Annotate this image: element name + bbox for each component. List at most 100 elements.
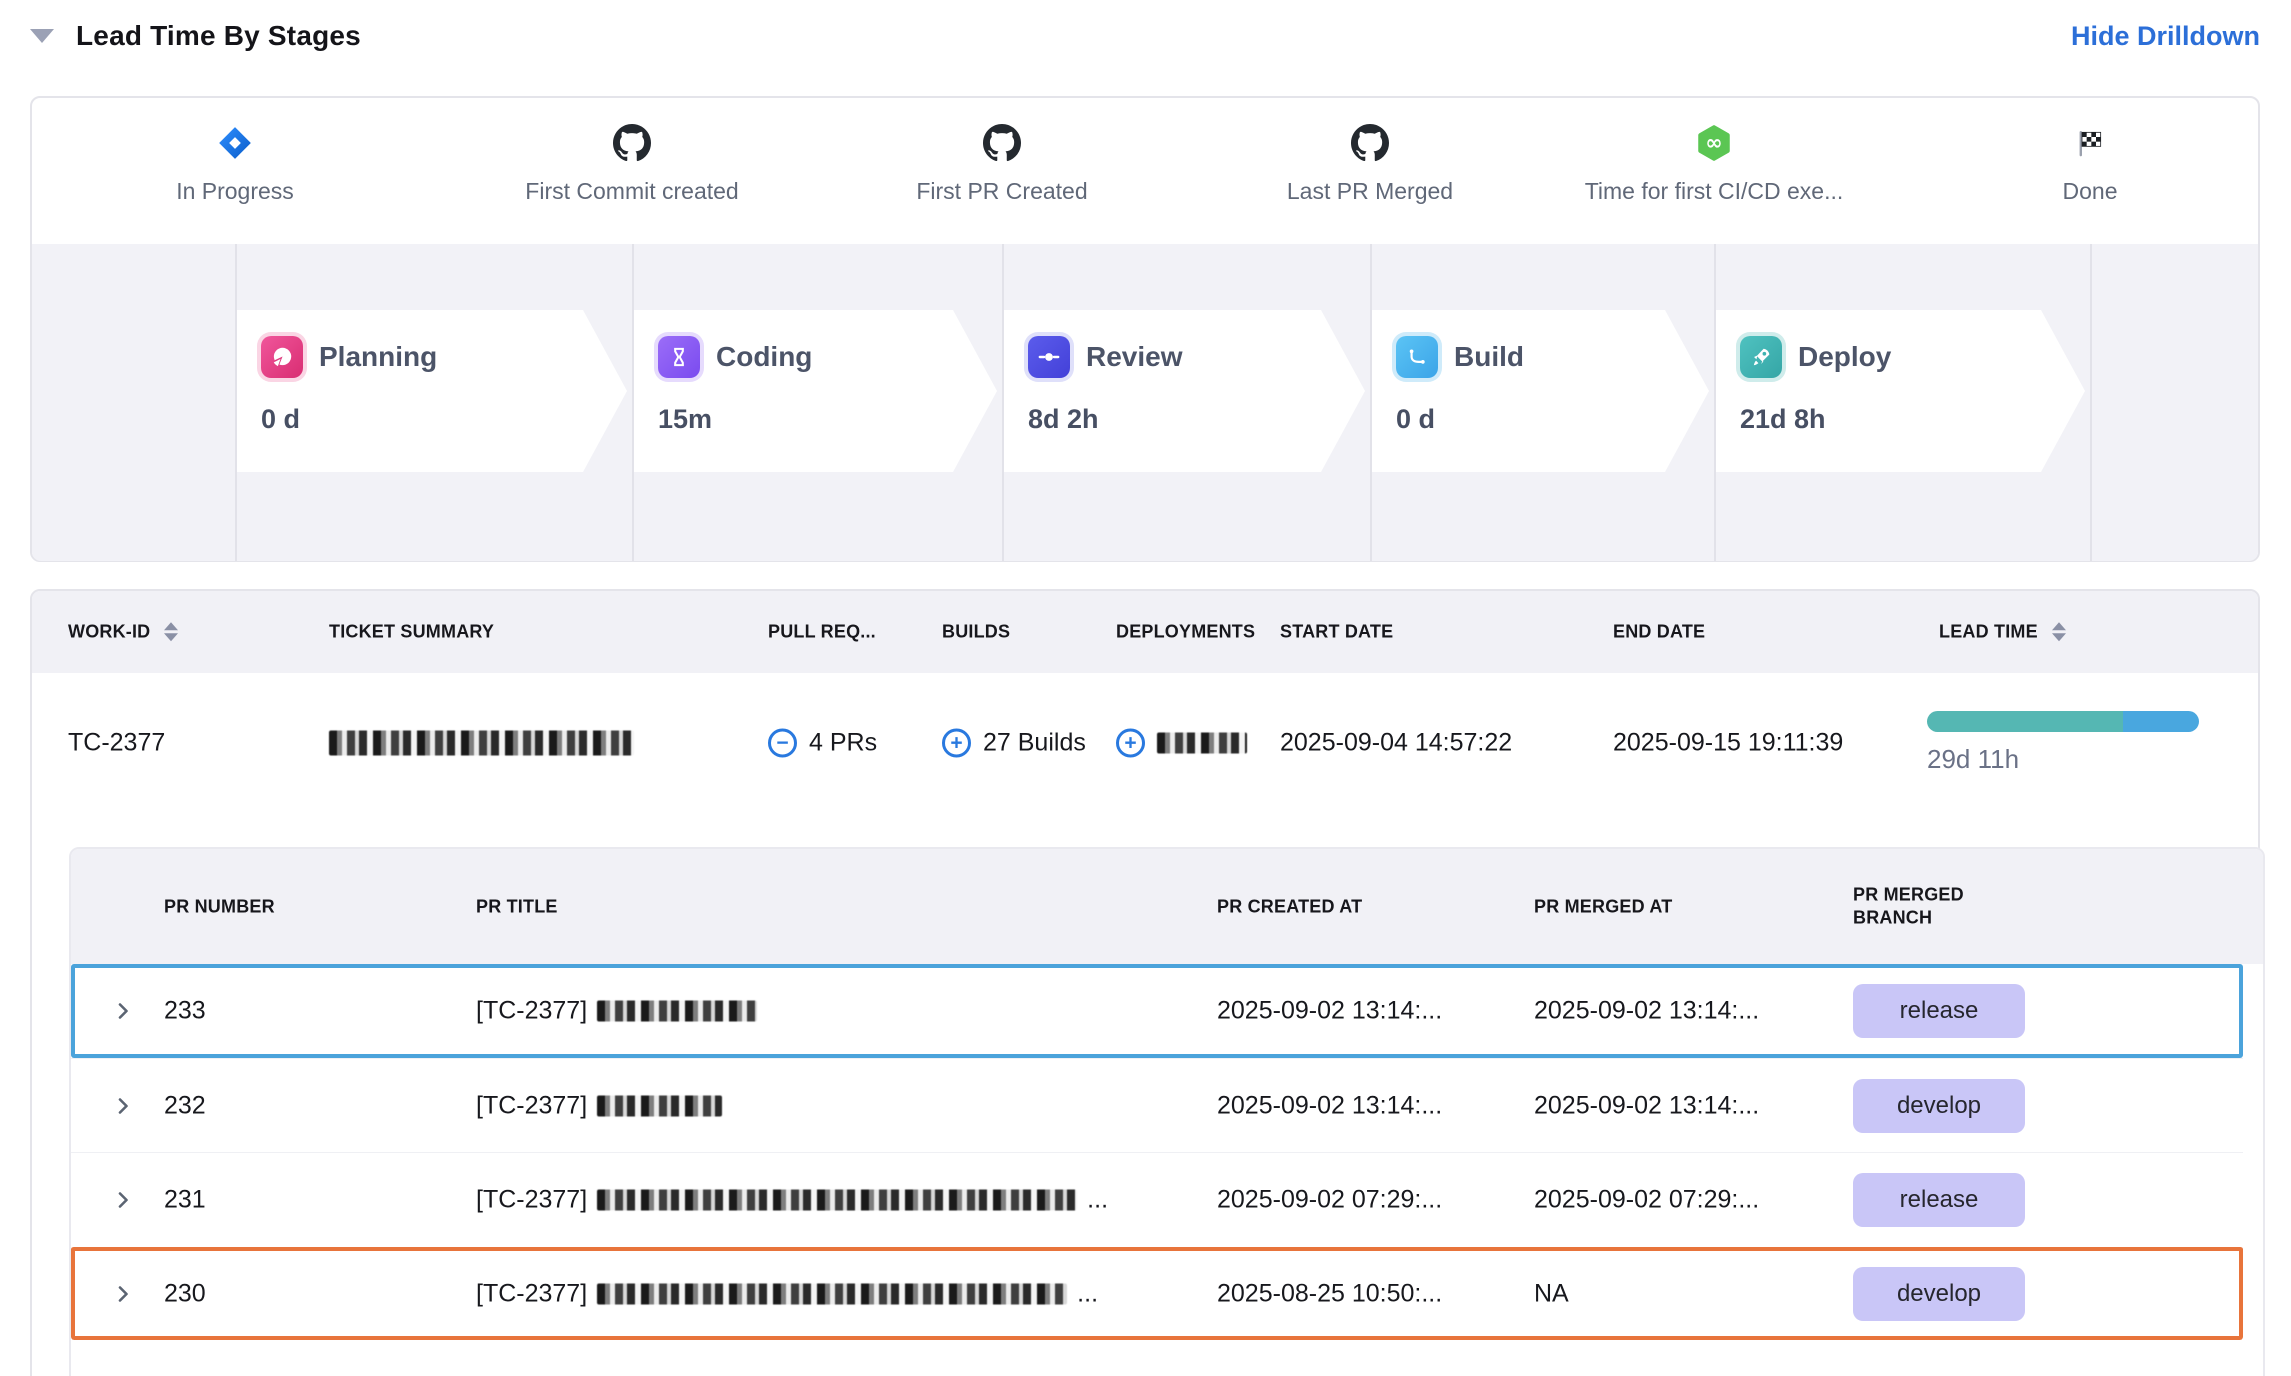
- milestones-row: In Progress First Commit created First P…: [32, 98, 2258, 244]
- pull-requests-cell: − 4 PRs: [768, 729, 877, 758]
- pr-merged-at: NA: [1534, 1279, 1569, 1308]
- milestone-label: First Commit created: [462, 178, 802, 205]
- col-deployments: DEPLOYMENTS: [1116, 620, 1255, 643]
- builds-cell: + 27 Builds: [942, 729, 1086, 758]
- stage-planning: Planning 0 d: [237, 310, 627, 472]
- pr-title-prefix: [TC-2377]: [476, 1185, 587, 1214]
- pr-number: 230: [164, 1279, 206, 1308]
- milestone-first-pr: First PR Created: [832, 98, 1172, 205]
- lead-bar-teal-segment: [1927, 711, 2123, 732]
- section-header: Lead Time By Stages Hide Drilldown: [30, 14, 2260, 58]
- pr-row-231[interactable]: 231 [TC-2377] ... 2025-09-02 07:29:... 2…: [71, 1152, 2243, 1246]
- milestone-label: In Progress: [65, 178, 405, 205]
- chevron-right-icon[interactable]: [111, 1094, 135, 1118]
- pr-table: PR NUMBER PR TITLE PR CREATED AT PR MERG…: [69, 847, 2265, 1376]
- collapse-triangle-icon[interactable]: [30, 29, 54, 43]
- col-pr-number: PR NUMBER: [164, 895, 275, 918]
- lead-bar-blue-segment: [2123, 711, 2199, 732]
- lead-time-value: 29d 11h: [1927, 744, 2199, 775]
- stage-build: Build 0 d: [1372, 310, 1709, 472]
- pr-number: 232: [164, 1091, 206, 1120]
- minus-circle-icon[interactable]: −: [768, 729, 797, 758]
- milestone-first-commit: First Commit created: [462, 98, 802, 205]
- divider: [1002, 244, 1004, 561]
- milestone-label: Last PR Merged: [1200, 178, 1540, 205]
- pr-created-at: 2025-09-02 13:14:...: [1217, 997, 1442, 1026]
- branch-badge: release: [1853, 984, 2025, 1038]
- pr-number: 231: [164, 1185, 206, 1214]
- plus-circle-icon[interactable]: +: [942, 729, 971, 758]
- divider: [2090, 244, 2092, 561]
- col-pull-requests: PULL REQ...: [768, 620, 876, 643]
- stage-deploy: Deploy 21d 8h: [1716, 310, 2085, 472]
- planning-icon: [261, 336, 303, 378]
- github-icon: [1200, 122, 1540, 164]
- pr-title-prefix: [TC-2377]: [476, 1279, 587, 1308]
- pr-row-233[interactable]: 233 [TC-2377] 2025-09-02 13:14:... 2025-…: [71, 964, 2243, 1058]
- builds-count: 27 Builds: [983, 729, 1086, 758]
- stage-duration: 0 d: [1396, 404, 1709, 435]
- divider: [1370, 244, 1372, 561]
- work-table-header: WORK-ID TICKET SUMMARY PULL REQ... BUILD…: [32, 591, 2258, 673]
- milestone-last-pr-merged: Last PR Merged: [1200, 98, 1540, 205]
- pr-row-232[interactable]: 232 [TC-2377] 2025-09-02 13:14:... 2025-…: [71, 1058, 2243, 1152]
- stage-coding: Coding 15m: [634, 310, 997, 472]
- col-label: LEAD TIME: [1939, 620, 2038, 643]
- drilldown-table-panel: WORK-ID TICKET SUMMARY PULL REQ... BUILD…: [30, 589, 2260, 1376]
- redacted-text: [597, 1283, 1067, 1304]
- divider: [632, 244, 634, 561]
- col-pr-merged-at: PR MERGED AT: [1534, 895, 1672, 918]
- col-label: WORK-ID: [68, 620, 150, 643]
- redacted-text: [597, 1001, 757, 1022]
- col-lead-time: LEAD TIME: [1939, 620, 2066, 643]
- stage-duration: 15m: [658, 404, 997, 435]
- rocket-icon: [1740, 336, 1782, 378]
- page-title: Lead Time By Stages: [76, 20, 361, 52]
- chevron-right-icon[interactable]: [111, 999, 135, 1023]
- redacted-text: [597, 1095, 722, 1116]
- github-icon: [462, 122, 802, 164]
- col-pr-title: PR TITLE: [476, 895, 558, 918]
- lead-time-cell: 29d 11h: [1927, 711, 2199, 775]
- chevron-right-icon[interactable]: [111, 1282, 135, 1306]
- ticket-summary-redacted: [329, 731, 634, 756]
- pr-row-230[interactable]: 230 [TC-2377] ... 2025-08-25 10:50:... N…: [71, 1246, 2243, 1340]
- pr-created-at: 2025-09-02 13:14:...: [1217, 1091, 1442, 1120]
- branch-badge: develop: [1853, 1267, 2025, 1321]
- stage-name: Review: [1086, 341, 1183, 373]
- pr-title: [TC-2377]: [476, 997, 767, 1026]
- sort-icon[interactable]: [164, 622, 178, 641]
- pr-merged-at: 2025-09-02 13:14:...: [1534, 1091, 1759, 1120]
- pipeline-path-icon: [1396, 336, 1438, 378]
- pr-created-at: 2025-08-25 10:50:...: [1217, 1279, 1442, 1308]
- hourglass-icon: [658, 336, 700, 378]
- divider: [1714, 244, 1716, 561]
- redacted-text: [329, 731, 634, 756]
- pr-merged-at: 2025-09-02 13:14:...: [1534, 997, 1759, 1026]
- stage-review: Review 8d 2h: [1004, 310, 1365, 472]
- branch-badge: release: [1853, 1173, 2025, 1227]
- work-item-row: TC-2377 − 4 PRs + 27 Builds + 2025-09-04…: [32, 673, 2258, 813]
- pr-title-suffix: ...: [1077, 1279, 1098, 1308]
- milestone-label: First PR Created: [832, 178, 1172, 205]
- milestone-label: Done: [1920, 178, 2260, 205]
- branch-badge: develop: [1853, 1079, 2025, 1133]
- pr-title-prefix: [TC-2377]: [476, 1091, 587, 1120]
- deployments-cell: +: [1116, 729, 1247, 758]
- stage-name: Build: [1454, 341, 1524, 373]
- hide-drilldown-link[interactable]: Hide Drilldown: [2071, 21, 2260, 52]
- col-pr-created-at: PR CREATED AT: [1217, 895, 1362, 918]
- start-date: 2025-09-04 14:57:22: [1280, 729, 1512, 758]
- chevron-right-icon[interactable]: [111, 1188, 135, 1212]
- pr-table-header: PR NUMBER PR TITLE PR CREATED AT PR MERG…: [71, 849, 2263, 964]
- stage-duration: 21d 8h: [1740, 404, 2085, 435]
- sort-icon[interactable]: [2052, 622, 2066, 641]
- lead-time-bar: [1927, 711, 2199, 732]
- stage-flow: Planning 0 d Coding 15m: [32, 244, 2258, 561]
- col-work-id: WORK-ID: [68, 620, 178, 643]
- work-id: TC-2377: [68, 729, 165, 758]
- plus-circle-icon[interactable]: +: [1116, 729, 1145, 758]
- stage-duration: 8d 2h: [1028, 404, 1365, 435]
- pr-title: [TC-2377] ...: [476, 1279, 1098, 1308]
- pr-title: [TC-2377] ...: [476, 1185, 1108, 1214]
